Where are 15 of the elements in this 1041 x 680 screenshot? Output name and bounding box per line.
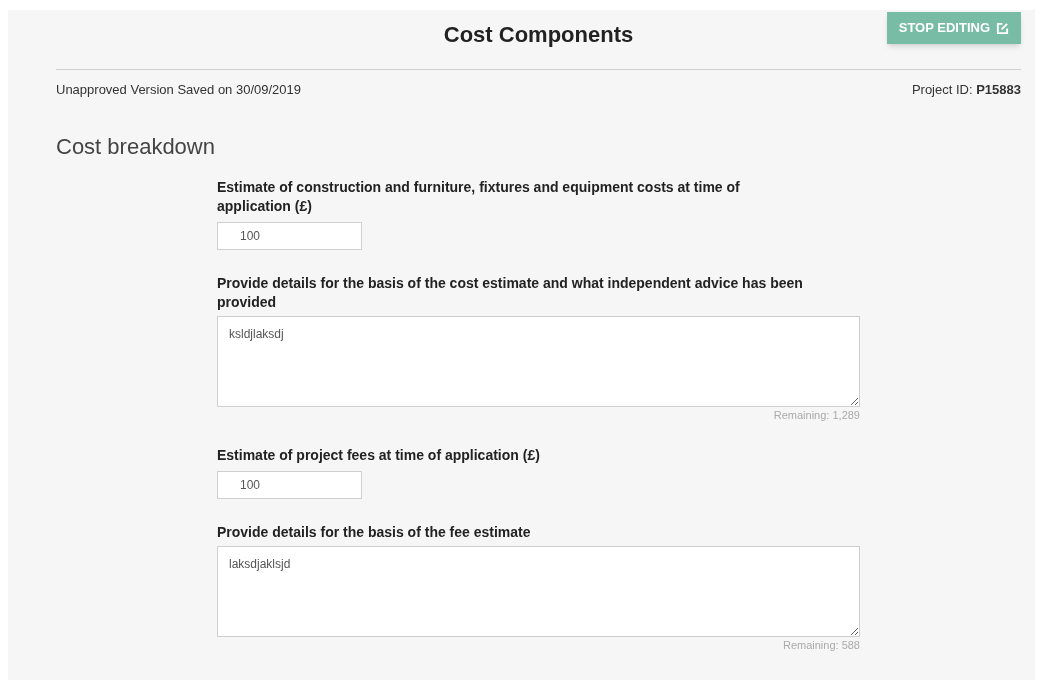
details-text-area[interactable]: ksldjlaksdj — [217, 315, 860, 407]
amount-field[interactable]: 100 — [217, 221, 362, 250]
page-title: Cost Components — [443, 20, 634, 49]
save-status: Unapproved Version Saved on 30/09/2019 — [56, 81, 302, 99]
field-label: Provide details for the basis of the fee estimate — [217, 522, 532, 542]
field-label: Provide details for the basis of the cost estimate and what independent advice has been provided — [217, 273, 804, 312]
edit-icon — [996, 21, 1009, 35]
details-text-area[interactable]: laksdjaklsjd — [217, 545, 860, 637]
amount-field[interactable]: 100 — [217, 470, 362, 499]
remaining-count: Remaining: 588 — [782, 638, 860, 652]
project-id: Project ID: P15883 — [911, 81, 1021, 99]
field-label: Estimate of project fees at time of application (£) — [217, 445, 541, 465]
remaining-count: Remaining: 1,289 — [773, 408, 860, 422]
section-heading: Cost breakdown — [56, 132, 216, 161]
field-label: Estimate of construction and furniture, fixtures and equipment costs at time of application (£) — [217, 177, 741, 216]
